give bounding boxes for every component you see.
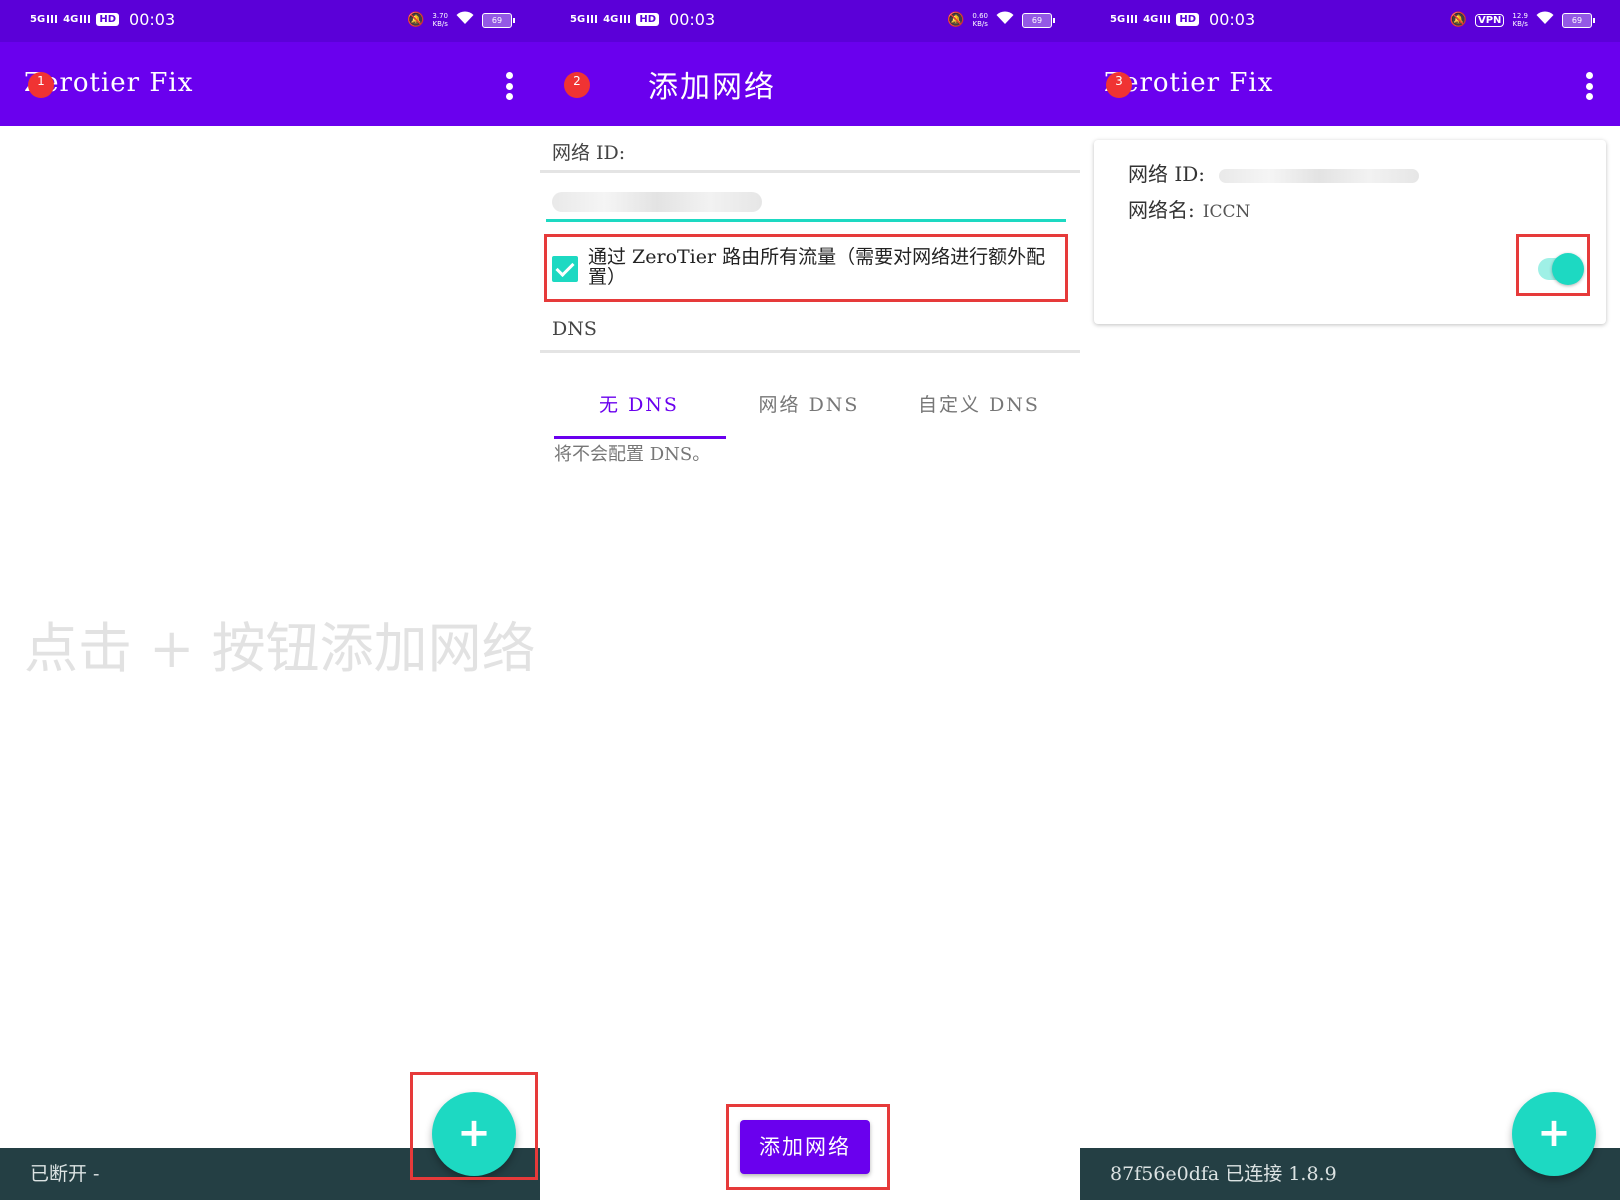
dns-label: DNS: [552, 318, 597, 340]
network-card[interactable]: 网络 ID: 网络名: ICCN: [1094, 140, 1606, 324]
network-speed: 12.9 KB/s: [1512, 12, 1528, 28]
step-marker: 1: [28, 72, 54, 98]
network-name-label: 网络名:: [1128, 198, 1195, 222]
network-id-field[interactable]: [546, 186, 1066, 222]
screen-empty: 5G 4G HD 00:03 🔕 3.70 KB/s 69 Zerotier F…: [0, 0, 540, 1200]
app-bar: Zerotier Fix: [1080, 42, 1620, 126]
signal-4g-icon: 4G: [1143, 14, 1171, 25]
status-bar: 5G 4G HD 00:03 🔕 VPN 12.9 KB/s 69: [1080, 0, 1620, 42]
screen-add-network: 5G 4G HD 00:03 🔕 0.60 KB/s 69 ← 添加网络 2 网…: [540, 0, 1080, 1200]
redacted-network-id: [1219, 168, 1420, 183]
clock: 00:03: [1209, 10, 1256, 29]
tab-indicator: [554, 436, 726, 439]
signal-4g-icon: 4G: [603, 14, 631, 25]
wifi-icon: [996, 11, 1014, 29]
network-speed: 0.60 KB/s: [972, 12, 988, 28]
tab-no-dns[interactable]: 无 DNS: [554, 390, 724, 417]
battery-icon: 69: [482, 12, 515, 28]
signal-5g-icon: 5G: [1110, 14, 1138, 25]
highlight-box: [726, 1104, 890, 1190]
signal-4g-icon: 4G: [63, 14, 91, 25]
network-id-row: 网络 ID:: [1128, 158, 1420, 187]
signal-5g-icon: 5G: [570, 14, 598, 25]
status-bar: 5G 4G HD 00:03 🔕 0.60 KB/s 69: [540, 0, 1080, 42]
status-bar: 5G 4G HD 00:03 🔕 3.70 KB/s 69: [0, 0, 540, 42]
mute-icon: 🔕: [406, 12, 425, 28]
screen-network-list: 5G 4G HD 00:03 🔕 VPN 12.9 KB/s 69 Zeroti…: [1080, 0, 1620, 1200]
hd-voice-icon: HD: [636, 13, 660, 26]
tab-custom-dns[interactable]: 自定义 DNS: [894, 390, 1064, 417]
network-id-label: 网络 ID:: [552, 142, 626, 164]
screenshot-root: 5G 4G HD 00:03 🔕 3.70 KB/s 69 Zerotier F…: [0, 0, 1620, 1200]
wifi-icon: [456, 11, 474, 29]
app-bar: ← 添加网络: [540, 42, 1080, 126]
battery-icon: 69: [1562, 12, 1595, 28]
network-speed: 3.70 KB/s: [432, 12, 448, 28]
clock: 00:03: [669, 10, 716, 29]
clock: 00:03: [129, 10, 176, 29]
hd-voice-icon: HD: [1176, 13, 1200, 26]
empty-hint: 点击 + 按钮添加网络: [24, 617, 536, 680]
highlight-box: [1516, 234, 1590, 296]
more-vert-icon[interactable]: [504, 72, 514, 100]
add-network-fab[interactable]: +: [1512, 1092, 1596, 1176]
highlight-box: [410, 1072, 538, 1180]
dns-description: 将不会配置 DNS。: [554, 444, 711, 465]
signal-5g-icon: 5G: [30, 14, 58, 25]
divider: [540, 350, 1080, 353]
network-id-label: 网络 ID:: [1128, 162, 1206, 186]
battery-icon: 69: [1022, 12, 1055, 28]
vpn-icon: VPN: [1474, 13, 1505, 27]
divider: [540, 170, 1080, 173]
step-marker: 2: [564, 72, 590, 98]
network-name-row: 网络名: ICCN: [1128, 194, 1250, 223]
page-title: 添加网络: [648, 70, 776, 105]
highlight-box: [544, 234, 1068, 302]
step-marker: 3: [1106, 72, 1132, 98]
more-vert-icon[interactable]: [1584, 72, 1594, 100]
mute-icon: 🔕: [946, 12, 965, 28]
network-name-value: ICCN: [1202, 202, 1251, 222]
hd-voice-icon: HD: [96, 13, 120, 26]
tab-network-dns[interactable]: 网络 DNS: [724, 390, 894, 417]
mute-icon: 🔕: [1449, 12, 1467, 28]
app-bar: Zerotier Fix: [0, 42, 540, 126]
wifi-icon: [1536, 11, 1554, 29]
plus-icon: +: [1537, 1110, 1571, 1156]
redacted-network-id: [552, 192, 762, 212]
